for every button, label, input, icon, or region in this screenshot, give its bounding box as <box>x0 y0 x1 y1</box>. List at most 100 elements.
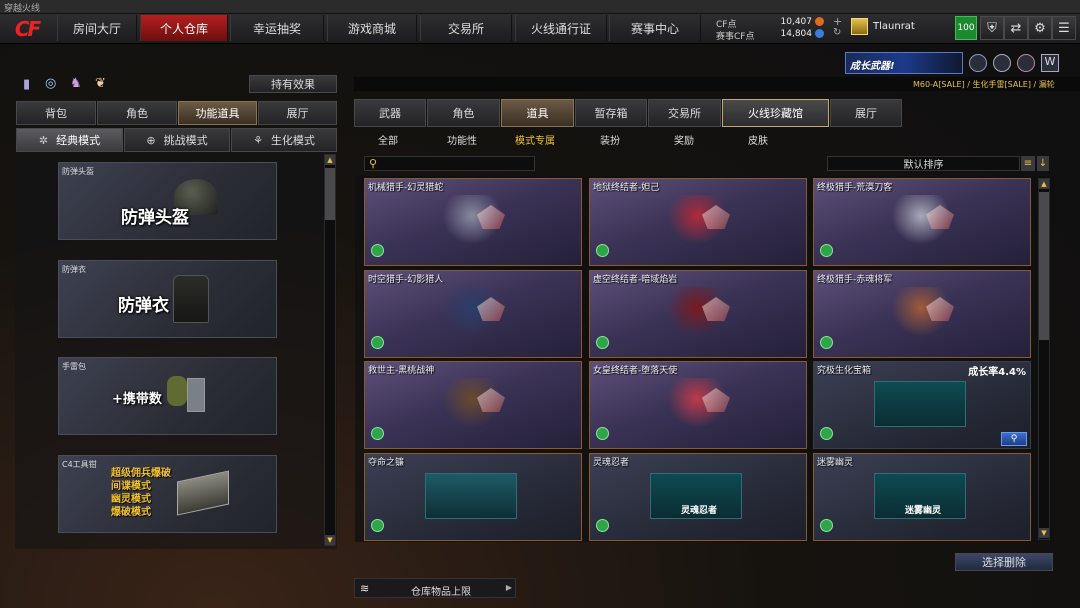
match-coin-icon <box>815 29 824 38</box>
mode-tag-icon <box>596 336 609 349</box>
badge-icon-1[interactable] <box>969 54 987 72</box>
menu-icon[interactable]: ☰ <box>1052 16 1076 40</box>
nav-tab-6[interactable]: 赛事中心 <box>609 15 701 41</box>
nav-tab-0[interactable]: 房间大厅 <box>57 15 137 41</box>
mode-tag-icon <box>820 244 833 257</box>
search-icon: ⚲ <box>369 157 378 170</box>
level-badge[interactable]: 100 <box>955 16 977 40</box>
window-title: 穿越火线 <box>4 4 41 14</box>
subtab-3[interactable]: 装扮 <box>600 132 620 147</box>
mode-tag-icon <box>820 427 833 440</box>
subtab-4[interactable]: 奖励 <box>674 132 694 147</box>
gear-icon[interactable]: ⚙ <box>1028 16 1052 40</box>
right-tab-2[interactable]: 道具 <box>501 99 574 127</box>
sort-dropdown[interactable]: 默认排序 <box>827 156 1020 171</box>
classic-mode-icon: ✲ <box>38 133 49 147</box>
mode-tag-icon <box>371 336 384 349</box>
growth-weapon-banner[interactable]: 成长武器! <box>845 52 963 74</box>
mode-tab-0[interactable]: ✲ 经典模式 <box>16 128 123 152</box>
left-scroll-down-icon[interactable]: ▼ <box>325 535 335 545</box>
sort-order-icon[interactable]: ↓ <box>1037 156 1049 171</box>
item-card[interactable]: 终极猎手-赤魂将军 <box>813 270 1031 358</box>
nav-tab-2[interactable]: 幸运抽奖 <box>230 15 324 41</box>
left-tab-0[interactable]: 背包 <box>16 101 96 125</box>
right-tab-1[interactable]: 角色 <box>427 99 500 127</box>
stack-icon: ≋ <box>360 582 370 595</box>
search-input[interactable]: ⚲ <box>364 156 535 171</box>
select-delete-button[interactable]: 选择删除 <box>955 553 1053 571</box>
nav-tab-1[interactable]: 个人仓库 <box>140 15 228 41</box>
vest-icon <box>173 275 209 323</box>
growth-rate: 成长率4.4% <box>968 367 1026 378</box>
nav-tab-4[interactable]: 交易所 <box>420 15 512 41</box>
refresh-icon[interactable]: ↻ <box>833 27 841 38</box>
item-card[interactable]: 究极生化宝箱 成长率4.4% ⚲ <box>813 361 1031 449</box>
cycle-icon[interactable]: ◎ <box>45 76 56 91</box>
stats-icon[interactable]: ▮ <box>23 77 30 92</box>
mode-tab-2[interactable]: ⚘ 生化模式 <box>231 128 337 152</box>
right-tab-6[interactable]: 展厅 <box>830 99 902 127</box>
shield-icon[interactable]: ⛨ <box>980 16 1004 40</box>
grenade-icon-2 <box>187 378 205 412</box>
item-card-name: 虚空终结者-暗域焰岩 <box>593 275 678 285</box>
left-tab-2[interactable]: 功能道具 <box>178 101 257 125</box>
item-card[interactable]: 终极猎手-荒漠刀客 <box>813 178 1031 266</box>
left-scroll-up-icon[interactable]: ▲ <box>325 155 335 165</box>
c4-mode-line: 幽灵模式 <box>111 494 151 505</box>
subtab-2[interactable]: 模式专属 <box>515 132 555 147</box>
mode-tag-icon <box>371 427 384 440</box>
mode-tag-icon <box>820 336 833 349</box>
item-helmet[interactable]: 防弹头盔 防弹头盔 <box>58 162 277 240</box>
figure-icon[interactable]: ♞ <box>70 76 82 91</box>
bag-icon[interactable]: ❦ <box>95 76 106 91</box>
item-c4-pliers[interactable]: C4工具钳 超级佣兵爆破 间谍模式 幽灵模式 爆破模式 <box>58 455 277 533</box>
cf-logo[interactable]: CF <box>2 15 52 43</box>
item-card[interactable]: 女皇终结者-堕落天使 <box>589 361 807 449</box>
zombie-mode-icon: ⚘ <box>253 133 263 147</box>
right-tab-5[interactable]: 火线珍藏馆 <box>722 99 829 127</box>
right-scroll-down-icon[interactable]: ▼ <box>1039 528 1049 538</box>
username: Tlaunrat <box>873 21 915 32</box>
right-tab-3[interactable]: 暂存箱 <box>575 99 647 127</box>
right-tab-0[interactable]: 武器 <box>354 99 426 127</box>
window-titlebar: 穿越火线 <box>0 0 1080 14</box>
item-caption: 迷雾幽灵 <box>905 506 942 516</box>
rank-icon[interactable] <box>851 18 868 35</box>
item-card[interactable]: 灵魂忍者 灵魂忍者 <box>589 453 807 541</box>
mode-tag-icon <box>371 244 384 257</box>
item-card-name: 时空猎手-幻影猎人 <box>368 275 444 285</box>
item-card[interactable]: 时空猎手-幻影猎人 <box>364 270 582 358</box>
left-tab-1[interactable]: 角色 <box>97 101 177 125</box>
subtab-0[interactable]: 全部 <box>378 132 398 147</box>
item-card-name: 救世主-黑桃战神 <box>368 366 435 376</box>
item-card[interactable]: 救世主-黑桃战神 <box>364 361 582 449</box>
c4-mode-line: 爆破模式 <box>111 507 151 518</box>
mode-tab-1[interactable]: ⊕ 挑战模式 <box>124 128 230 152</box>
item-card-name: 终极猎手-荒漠刀客 <box>817 183 893 193</box>
owned-effects-button[interactable]: 持有效果 <box>249 75 337 93</box>
inspect-search-icon[interactable]: ⚲ <box>1001 432 1027 446</box>
badge-icon-4[interactable]: W <box>1041 54 1059 72</box>
nav-tab-3[interactable]: 游戏商城 <box>327 15 417 41</box>
right-scroll-up-icon[interactable]: ▲ <box>1039 179 1049 189</box>
item-card[interactable]: 机械猎手-幻灵猎蛇 <box>364 178 582 266</box>
item-card[interactable]: 地狱终结者-妲己 <box>589 178 807 266</box>
item-card[interactable]: 虚空终结者-暗域焰岩 <box>589 270 807 358</box>
exit-icon[interactable]: ⇄ <box>1004 16 1028 40</box>
left-tab-3[interactable]: 展厅 <box>258 101 337 125</box>
subtab-1[interactable]: 功能性 <box>447 132 477 147</box>
subtab-5[interactable]: 皮肤 <box>748 132 768 147</box>
badge-icon-3[interactable] <box>1017 54 1035 72</box>
badge-icon-2[interactable] <box>993 54 1011 72</box>
list-view-icon[interactable]: ≡ <box>1021 156 1035 171</box>
mode-tag-icon <box>371 519 384 532</box>
item-grenade-pack[interactable]: 手雷包 +携带数 <box>58 357 277 435</box>
left-scroll-thumb[interactable] <box>325 168 335 220</box>
item-vest[interactable]: 防弹衣 防弹衣 <box>58 260 277 338</box>
right-tab-4[interactable]: 交易所 <box>648 99 721 127</box>
item-card[interactable]: 迷雾幽灵 迷雾幽灵 <box>813 453 1031 541</box>
right-scroll-thumb[interactable] <box>1039 192 1049 340</box>
nav-tab-5[interactable]: 火线通行证 <box>515 15 607 41</box>
item-card[interactable]: 夺命之镰 <box>364 453 582 541</box>
storage-limit-bar[interactable]: ≋ 仓库物品上限 ▶ <box>354 578 516 598</box>
